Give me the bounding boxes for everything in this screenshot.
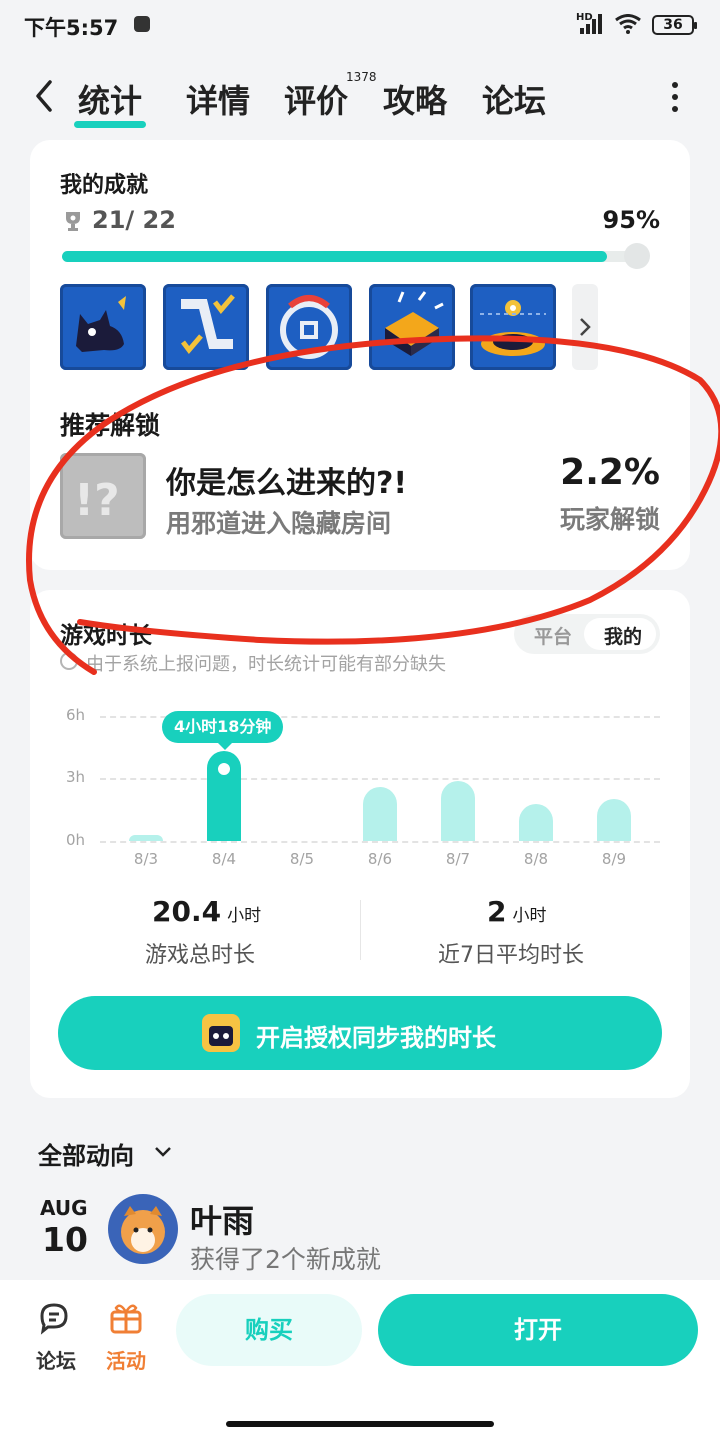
tab-forum[interactable]: 论坛 bbox=[482, 76, 546, 122]
app-logo-icon bbox=[202, 1014, 240, 1052]
playtime-note: 由于系统上报问题，时长统计可能有部分缺失 bbox=[86, 654, 446, 675]
chart-bar-8/8[interactable] bbox=[519, 803, 553, 841]
open-button[interactable]: 打开 bbox=[378, 1294, 698, 1366]
chart-bar-8/7[interactable] bbox=[441, 780, 475, 841]
feed-action: 获得了2个新成就 bbox=[190, 1245, 381, 1274]
total-playtime-value: 20.4 小时 bbox=[152, 895, 261, 928]
achievements-more-button[interactable] bbox=[572, 284, 598, 370]
tab-stats[interactable]: 统计 bbox=[73, 76, 147, 128]
achievement-badge-ufo[interactable] bbox=[470, 284, 556, 370]
unlock-percent: 2.2% bbox=[560, 452, 660, 493]
feed-month: AUG bbox=[40, 1196, 88, 1220]
recommend-unlock-title: 推荐解锁 bbox=[60, 411, 161, 440]
unlock-percent-label: 玩家解锁 bbox=[559, 505, 660, 534]
achievement-progress-bar bbox=[62, 251, 636, 262]
avg-playtime-label: 近7日平均时长 bbox=[438, 943, 584, 968]
signal-icon bbox=[580, 14, 602, 34]
x-tick-label: 8/9 bbox=[601, 850, 627, 868]
achievement-progress-fill bbox=[62, 251, 608, 262]
avatar[interactable] bbox=[108, 1194, 178, 1264]
achievement-badge-cat[interactable] bbox=[60, 284, 146, 370]
playtime-toggle[interactable]: 平台 我的 bbox=[514, 614, 660, 654]
tab-reviews[interactable]: 评价 bbox=[284, 76, 348, 122]
avg-unit: 小时 bbox=[512, 906, 547, 926]
feed-username[interactable]: 叶雨 bbox=[190, 1196, 254, 1242]
top-nav: 统计 详情 评价 1378 攻略 论坛 bbox=[0, 60, 720, 134]
status-bar: 下午5:57 HD 36 bbox=[0, 0, 720, 52]
y-tick-6h: 6h bbox=[66, 706, 86, 724]
chevron-right-icon bbox=[580, 318, 591, 336]
wifi-icon bbox=[615, 14, 641, 34]
chart-bar-8/9[interactable] bbox=[597, 799, 631, 841]
avg-value: 2 bbox=[487, 895, 507, 928]
feed-filter-title[interactable]: 全部动向 bbox=[38, 1136, 134, 1171]
toggle-platform[interactable]: 平台 bbox=[534, 622, 572, 649]
hidden-achievement-icon: !? bbox=[60, 453, 146, 539]
achievement-badge-path[interactable] bbox=[163, 284, 249, 370]
stat-divider bbox=[360, 900, 361, 960]
trophy-icon bbox=[66, 212, 80, 231]
back-arrow-icon[interactable] bbox=[30, 76, 58, 116]
playtime-title: 游戏时长 bbox=[60, 623, 152, 649]
y-tick-3h: 3h bbox=[66, 768, 86, 786]
gridline bbox=[100, 778, 660, 780]
total-value: 20.4 bbox=[152, 895, 222, 928]
recommend-achievement-desc: 用邪道进入隐藏房间 bbox=[166, 509, 392, 538]
recommend-achievement-name: 你是怎么进来的?! bbox=[166, 466, 408, 501]
status-time: 下午5:57 bbox=[24, 16, 119, 40]
gridline bbox=[100, 841, 660, 843]
avg-playtime-value: 2 小时 bbox=[487, 895, 546, 928]
review-count-badge: 1378 bbox=[346, 70, 377, 84]
total-playtime-label: 游戏总时长 bbox=[145, 943, 256, 968]
x-tick-label: 8/3 bbox=[133, 850, 159, 868]
forum-icon[interactable] bbox=[38, 1300, 74, 1336]
home-indicator[interactable] bbox=[226, 1421, 494, 1427]
total-unit: 小时 bbox=[227, 906, 262, 926]
sync-playtime-label: 开启授权同步我的时长 bbox=[256, 1024, 496, 1052]
achievement-badge-controller[interactable] bbox=[266, 284, 352, 370]
achievement-percent: 95% bbox=[602, 206, 660, 234]
chevron-down-icon[interactable] bbox=[152, 1140, 174, 1162]
chart-bar-8/3[interactable] bbox=[129, 834, 163, 841]
y-tick-0h: 0h bbox=[66, 831, 86, 849]
achievement-count: 21/ 22 bbox=[92, 206, 176, 234]
x-tick-label: 8/7 bbox=[445, 850, 471, 868]
battery-indicator: 36 bbox=[652, 15, 697, 35]
buy-button[interactable]: 购买 bbox=[176, 1294, 362, 1366]
activity-label[interactable]: 活动 bbox=[106, 1345, 146, 1374]
more-options-icon[interactable] bbox=[672, 82, 680, 112]
progress-end-icon bbox=[624, 243, 650, 269]
tab-guides[interactable]: 攻略 bbox=[383, 76, 447, 122]
achievements-title: 我的成就 bbox=[60, 173, 149, 198]
x-tick-label: 8/5 bbox=[289, 850, 315, 868]
x-tick-label: 8/4 bbox=[211, 850, 237, 868]
highlight-tooltip: 4小时18分钟 bbox=[162, 711, 284, 750]
info-icon bbox=[60, 652, 78, 670]
tab-details[interactable]: 详情 bbox=[186, 76, 250, 122]
chart-bar-8/6[interactable] bbox=[363, 786, 397, 841]
feed-day: 10 bbox=[42, 1220, 88, 1259]
toggle-mine[interactable]: 我的 bbox=[604, 622, 642, 649]
gift-icon[interactable] bbox=[108, 1300, 144, 1336]
x-tick-label: 8/6 bbox=[367, 850, 393, 868]
x-tick-label: 8/8 bbox=[523, 850, 549, 868]
notification-icon bbox=[134, 16, 150, 32]
achievement-badge-box[interactable] bbox=[369, 284, 455, 370]
forum-label[interactable]: 论坛 bbox=[36, 1345, 76, 1374]
svg-text:!?: !? bbox=[74, 475, 120, 526]
